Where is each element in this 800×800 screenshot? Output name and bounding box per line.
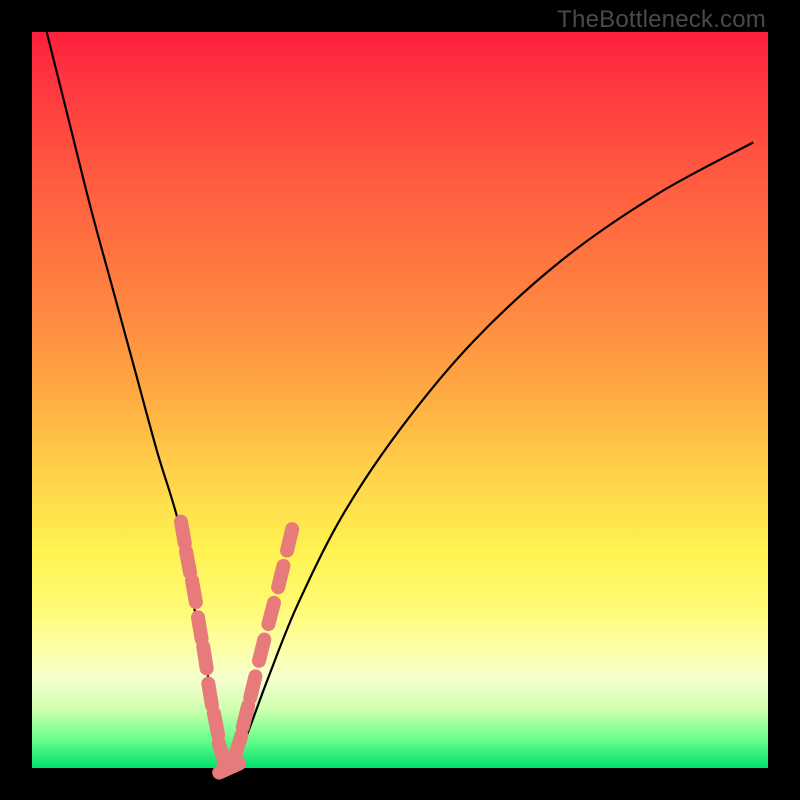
marker-point: [259, 640, 264, 661]
marker-point: [250, 676, 255, 697]
marker-point: [186, 551, 190, 573]
marker-group: [181, 522, 292, 773]
bottleneck-curve-line: [47, 32, 754, 768]
marker-point: [235, 735, 242, 756]
marker-point: [198, 617, 202, 639]
chart-svg: [32, 32, 768, 768]
marker-point: [203, 647, 206, 669]
marker-point: [219, 763, 239, 772]
marker-point: [219, 743, 225, 764]
marker-point: [278, 566, 283, 587]
watermark-text: TheBottleneck.com: [557, 6, 766, 34]
marker-point: [181, 522, 185, 544]
marker-point: [243, 706, 248, 727]
marker-point: [287, 529, 292, 550]
marker-point: [214, 713, 218, 735]
marker-point: [208, 684, 212, 706]
chart-frame: TheBottleneck.com: [0, 0, 800, 800]
marker-point: [192, 581, 196, 603]
plot-area: [32, 32, 768, 768]
marker-point: [268, 603, 274, 624]
